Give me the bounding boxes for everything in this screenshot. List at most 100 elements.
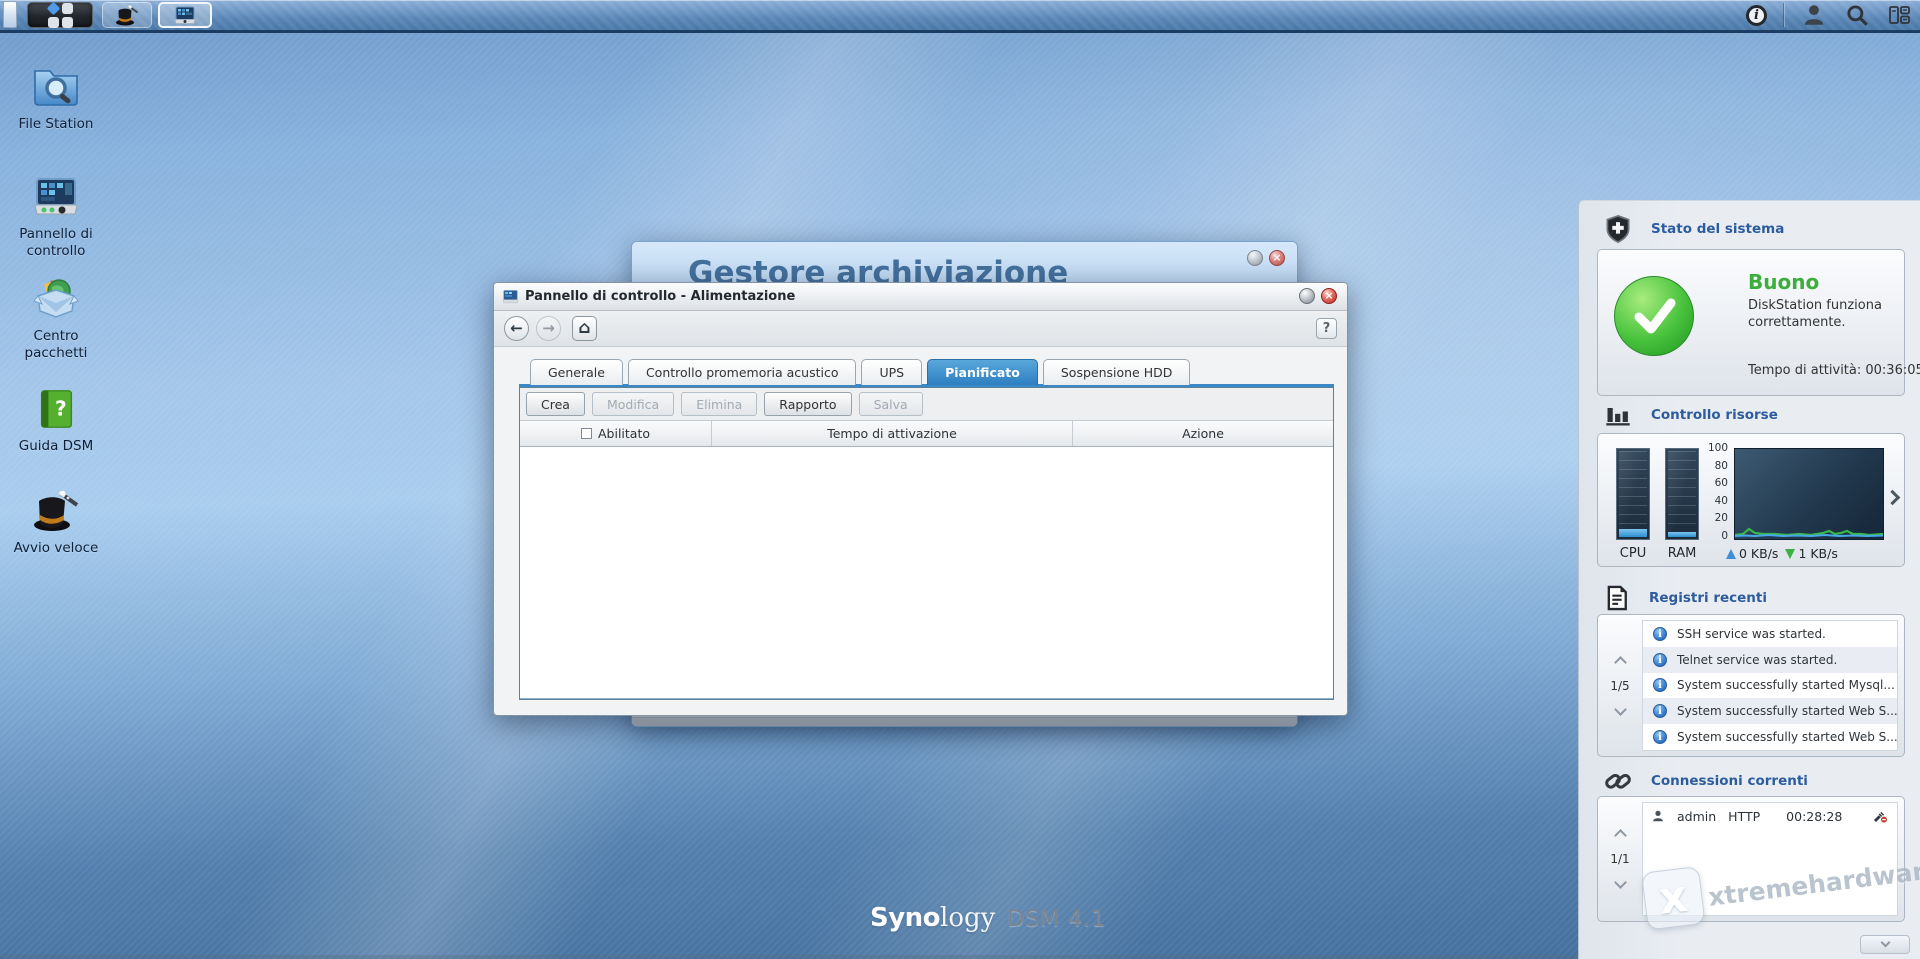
dsm-brand-logo: SynologyDSM 4.1 [870, 903, 1106, 933]
taskbar-separator [1783, 3, 1784, 27]
system-status-header: Stato del sistema [1603, 213, 1784, 245]
log-row[interactable]: i System successfully started Web S... [1643, 698, 1897, 724]
taskbar-task-avvio-veloce[interactable] [102, 2, 152, 28]
tab-pianificato[interactable]: Pianificato [927, 359, 1038, 385]
upload-arrow-icon [1726, 549, 1736, 559]
desktop-icon-package-center[interactable]: Centro pacchetti [2, 274, 110, 362]
help-button[interactable]: ? [1316, 318, 1337, 339]
minimize-button[interactable] [1299, 288, 1315, 304]
tab-generale[interactable]: Generale [530, 359, 623, 385]
forward-button[interactable]: → [536, 316, 561, 341]
dsm-help-icon: ? [33, 386, 79, 432]
current-connections-title[interactable]: Connessioni correnti [1651, 773, 1808, 789]
desktop-icon-control-panel[interactable]: Pannello di controllo [2, 172, 110, 260]
tab-sospensione-hdd[interactable]: Sospensione HDD [1043, 359, 1191, 385]
log-row[interactable]: i System successfully started Web S... [1643, 724, 1897, 750]
recent-logs-card: 1/5 i SSH service was started. i Telnet … [1597, 614, 1905, 757]
recent-logs-title[interactable]: Registri recenti [1649, 590, 1767, 606]
taskbar-right-icons: i [1746, 0, 1912, 30]
info-log-icon: i [1653, 627, 1667, 641]
recent-logs-header: Registri recenti [1603, 583, 1767, 613]
column-label: Abilitato [598, 426, 650, 441]
info-icon[interactable]: i [1746, 5, 1767, 26]
table-header: Abilitato Tempo di attivazione Azione [520, 421, 1333, 447]
table-body-empty [520, 447, 1333, 699]
dialog-toolbar: ← → ⌂ ? [494, 311, 1347, 347]
connection-row[interactable]: admin HTTP 00:28:28 [1643, 803, 1897, 829]
logs-page-up[interactable] [1614, 656, 1627, 669]
control-panel-icon [31, 172, 81, 220]
connection-user: admin [1677, 809, 1716, 824]
scheduled-power-panel: Crea Modifica Elimina Rapporto Salva Abi… [519, 387, 1334, 700]
modifica-button[interactable]: Modifica [592, 392, 674, 416]
dialog-titlebar[interactable]: Pannello di controllo - Alimentazione × [494, 283, 1347, 311]
connection-protocol: HTTP [1728, 809, 1760, 824]
download-value: 1 KB/s [1798, 546, 1837, 561]
search-icon[interactable] [1844, 2, 1870, 28]
package-center-icon [31, 274, 81, 322]
close-button[interactable]: × [1321, 288, 1337, 304]
desktop-icon-label: Guida DSM [2, 438, 110, 455]
desktop-icon-label: Centro pacchetti [2, 328, 110, 362]
window-bottom-edge [632, 717, 1297, 726]
pilot-view-icon[interactable] [1886, 3, 1912, 27]
elimina-button[interactable]: Elimina [681, 392, 757, 416]
system-status-title[interactable]: Stato del sistema [1651, 221, 1784, 237]
desktop-icon-file-station[interactable]: File Station [2, 62, 110, 133]
minimize-button[interactable] [1247, 250, 1263, 266]
column-header-tempo-attivazione[interactable]: Tempo di attivazione [712, 421, 1073, 446]
brand-light: logy [940, 903, 995, 933]
log-text: System successfully started Web S... [1677, 704, 1898, 718]
column-header-abilitato[interactable]: Abilitato [520, 421, 712, 446]
home-button[interactable]: ⌂ [572, 316, 597, 341]
action-button-strip: Crea Modifica Elimina Rapporto Salva [520, 388, 1333, 421]
kill-connection-icon[interactable] [1871, 808, 1889, 824]
widget-sidebar: Stato del sistema Buono DiskStation funz… [1578, 200, 1920, 959]
uptime-text: Tempo di attività: 00:36:05 [1748, 363, 1920, 378]
taskbar-task-control-panel[interactable] [158, 2, 212, 28]
desktop-icon-quick-start[interactable]: Avvio veloce [2, 486, 110, 557]
magic-hat-icon [32, 486, 80, 534]
crea-button[interactable]: Crea [526, 392, 585, 416]
network-legend: 0 KB/s 1 KB/s [1726, 546, 1838, 561]
connections-page-down[interactable] [1614, 876, 1627, 889]
connection-duration: 00:28:28 [1786, 809, 1842, 824]
desktop-icon-label: Pannello di controllo [2, 226, 110, 260]
log-row[interactable]: i System successfully started Mysql... [1643, 673, 1897, 699]
user-icon[interactable] [1800, 2, 1828, 28]
resource-monitor-header: Controllo risorse [1603, 401, 1778, 429]
connections-page-up[interactable] [1614, 829, 1627, 842]
log-text: SSH service was started. [1677, 627, 1826, 641]
sidebar-collapse-button[interactable] [1860, 935, 1910, 954]
dialog-title: Pannello di controllo - Alimentazione [525, 283, 795, 311]
chevron-down-icon [1880, 938, 1890, 948]
shield-icon [1603, 213, 1633, 245]
show-desktop-button[interactable] [3, 1, 17, 28]
log-text: System successfully started Web S... [1677, 730, 1898, 744]
resource-detail-arrow[interactable] [1885, 490, 1901, 506]
log-row[interactable]: i SSH service was started. [1643, 621, 1897, 647]
upload-value: 0 KB/s [1739, 546, 1778, 561]
tab-controllo-promemoria-acustico[interactable]: Controllo promemoria acustico [628, 359, 857, 385]
salva-button[interactable]: Salva [859, 392, 923, 416]
column-label: Azione [1182, 426, 1224, 441]
rapporto-button[interactable]: Rapporto [764, 392, 851, 416]
column-header-azione[interactable]: Azione [1073, 421, 1333, 446]
column-label: Tempo di attivazione [827, 426, 957, 441]
logs-page-down[interactable] [1614, 703, 1627, 716]
tab-ups[interactable]: UPS [861, 359, 922, 385]
resource-monitor-title[interactable]: Controllo risorse [1651, 407, 1778, 423]
desktop-icon-dsm-help[interactable]: ? Guida DSM [2, 386, 110, 455]
user-icon [1651, 809, 1665, 823]
log-row[interactable]: i Telnet service was started. [1643, 647, 1897, 673]
bar-chart-icon [1603, 401, 1633, 429]
desktop-icon-label: Avvio veloce [2, 540, 110, 557]
current-connections-card: 1/1 admin HTTP 00:28:28 [1597, 796, 1905, 922]
status-ok-icon [1614, 276, 1694, 356]
main-menu-button[interactable] [27, 2, 93, 28]
status-value: Buono [1748, 270, 1819, 294]
back-button[interactable]: ← [504, 316, 529, 341]
close-button[interactable]: × [1269, 250, 1285, 266]
select-all-checkbox[interactable] [581, 428, 592, 439]
network-traffic-chart [1734, 448, 1884, 540]
